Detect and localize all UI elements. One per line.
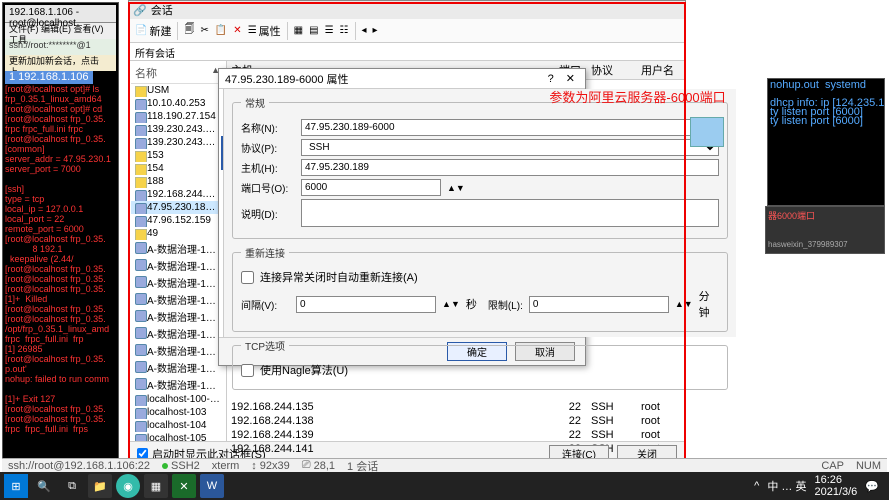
statusbar: ssh://root@192.168.1.106:22 SSH2 xterm ↕… [2, 458, 887, 472]
tree-node[interactable]: A-数据治理-102-cdh002 [131, 274, 224, 291]
tree-header: 名称 ▲ [131, 63, 224, 84]
new-session-btn[interactable]: 📄新建 [135, 23, 171, 39]
help-icon[interactable]: ? [544, 73, 558, 85]
ssh-address-bar[interactable]: ssh://root:********@1 [5, 39, 116, 55]
terminal-active-tab[interactable]: 1 192.168.1.106 [5, 71, 93, 84]
tree-node[interactable]: 192.168.244.100 [131, 188, 224, 201]
legend-general: 常规 [241, 95, 269, 110]
host-input[interactable] [301, 159, 719, 176]
annotation-text: 参数为阿里云服务器-6000端口 [549, 87, 725, 106]
status-path: ssh://root@192.168.1.106:22 [8, 460, 150, 472]
close-icon[interactable]: ✕ [562, 72, 579, 85]
session-titlebar: 🔗 会话 [129, 1, 685, 19]
view-icon-3[interactable]: ☰ [325, 25, 334, 36]
word-icon[interactable]: W [200, 474, 224, 498]
tree-node[interactable]: 118.190.27.154 [131, 110, 224, 123]
terminal-hint: 更新加加新会话，点击上… [5, 55, 116, 71]
view-icon-2[interactable]: ▤ [309, 25, 318, 36]
list-row[interactable]: 192.168.244.13922SSHroot [227, 428, 685, 442]
copy-icon[interactable]: 📋 [215, 25, 227, 36]
tree-node[interactable]: USM [131, 84, 224, 97]
mini-annotation: 器6000端口 hasweixin_379989307 [765, 206, 885, 254]
search-icon[interactable]: 🔍 [32, 474, 56, 498]
nagle-check[interactable] [241, 364, 254, 377]
group-tcp: TCP选项 使用Nagle算法(U) [232, 338, 728, 390]
mini-terminal: nohup.out systemd dhcp info: ip [124.235… [767, 78, 885, 206]
properties-btn[interactable]: ☰属性 [248, 23, 281, 39]
taskbar[interactable]: ⊞ 🔍 ⧉ 📁 ◉ ▦ ✕ W ^中 … 英 16:262021/3/6 💬 [0, 472, 889, 500]
tree-node[interactable]: 10.10.40.253 [131, 97, 224, 110]
tree-node[interactable]: 47.96.152.159 [131, 214, 224, 227]
group-reconnect: 重新连接 连接异常关闭时自动重新连接(A) 间隔(V):▲▼秒 限制(L):▲▼… [232, 245, 728, 332]
tree-node[interactable]: A-数据治理-101-cdh001 [131, 257, 224, 274]
nav-fwd-icon[interactable]: ▸ [373, 25, 378, 36]
list-row[interactable]: 192.168.244.13522SSHroot [227, 400, 685, 414]
tree-node[interactable]: localhost-103 [131, 406, 224, 419]
view-icon-1[interactable]: ▦ [294, 25, 303, 36]
app-icon[interactable]: ▦ [144, 474, 168, 498]
props-form: 参数为阿里云服务器-6000端口 常规 名称(N): 协议(P):SSH 主机(… [224, 89, 736, 337]
tree-node[interactable]: localhost-100-init [131, 393, 224, 406]
session-title: 会话 [151, 2, 173, 18]
tree-node[interactable]: A-数据治理-103-cdh003 [131, 291, 224, 308]
tree-node[interactable]: 153 [131, 149, 224, 162]
view-icon-4[interactable]: ☷ [340, 25, 349, 36]
tree-node[interactable]: A-数据治理-108-cdh008-mysql [131, 359, 224, 376]
tree-node[interactable]: localhost-104 [131, 419, 224, 432]
cut-icon[interactable]: ✂ [200, 25, 208, 36]
tree-node[interactable]: A-数据治理-107-cdh007 [131, 342, 224, 359]
tree-node[interactable]: 49 [131, 227, 224, 240]
props-title: 47.95.230.189-6000 属性 [225, 71, 349, 87]
tree-node[interactable]: 188 [131, 175, 224, 188]
start-button[interactable]: ⊞ [4, 474, 28, 498]
legend-tcp: TCP选项 [241, 338, 289, 353]
legend-reconnect: 重新连接 [241, 245, 289, 260]
session-large-icon [690, 117, 724, 147]
explorer-icon[interactable]: 📁 [88, 474, 112, 498]
properties-dialog: 47.95.230.189-6000 属性 ? ✕ 类别(C): 连接用户身份验… [218, 68, 586, 366]
props-titlebar: 47.95.230.189-6000 属性 ? ✕ [219, 69, 585, 89]
taskview-icon[interactable]: ⧉ [60, 474, 84, 498]
tree-node[interactable]: localhost-105 [131, 432, 224, 441]
interval-input[interactable] [296, 296, 436, 313]
session-icon: 🔗 [133, 4, 147, 17]
tree-node[interactable]: 47.95.230.189-6000 [131, 201, 224, 214]
name-input[interactable] [301, 119, 719, 136]
port-input[interactable] [301, 179, 441, 196]
group-general: 常规 名称(N): 协议(P):SSH 主机(H): 端口号(O):▲▼ 说明(… [232, 95, 728, 239]
tree-node[interactable]: 139.230.243.236-4922 [131, 136, 224, 149]
tree-node[interactable]: A-数据治理-109-数据采集 [131, 376, 224, 393]
status-dot-icon [162, 463, 168, 469]
session-tab[interactable]: 所有会话 [129, 43, 685, 61]
chrome-icon[interactable]: ◉ [116, 474, 140, 498]
tree-node[interactable]: 139.230.243.236 [131, 123, 224, 136]
list-row[interactable]: 192.168.244.13822SSHroot [227, 414, 685, 428]
nav-back-icon[interactable]: ◂ [362, 25, 367, 36]
desc-input[interactable] [301, 199, 719, 227]
tree-node[interactable]: A-数据治理-105-cdh005 [131, 308, 224, 325]
limit-input[interactable] [529, 296, 669, 313]
xshell-icon[interactable]: ✕ [172, 474, 196, 498]
terminal-content: [root@localhost opt]# ls frp_0.35.1_linu… [5, 84, 116, 434]
tool-icon[interactable]: 🗐 [184, 22, 194, 39]
tree-node[interactable]: A-数据治理-106-cdh006 [131, 325, 224, 342]
tree-node[interactable]: 154 [131, 162, 224, 175]
session-tree[interactable]: 名称 ▲ USM10.10.40.253118.190.27.154139.23… [129, 61, 227, 441]
protocol-select[interactable]: SSH [301, 139, 719, 156]
delete-icon[interactable]: ✕ [233, 25, 241, 36]
terminal-title: 192.168.1.106 - root@localhost [5, 5, 116, 23]
tree-node[interactable]: A-数据治理-100-cdh000-CM [131, 240, 224, 257]
terminal-menu[interactable]: 文件(F) 编辑(E) 查看(V) 工具 [5, 23, 116, 39]
session-toolbar: 📄新建 🗐 ✂ 📋 ✕ ☰属性 ▦ ▤ ☰ ☷ ◂ ▸ [129, 19, 685, 43]
terminal-window: 192.168.1.106 - root@localhost 文件(F) 编辑(… [2, 2, 119, 470]
systray[interactable]: ^中 … 英 16:262021/3/6 💬 [754, 474, 885, 498]
auto-reconnect-check[interactable] [241, 271, 254, 284]
